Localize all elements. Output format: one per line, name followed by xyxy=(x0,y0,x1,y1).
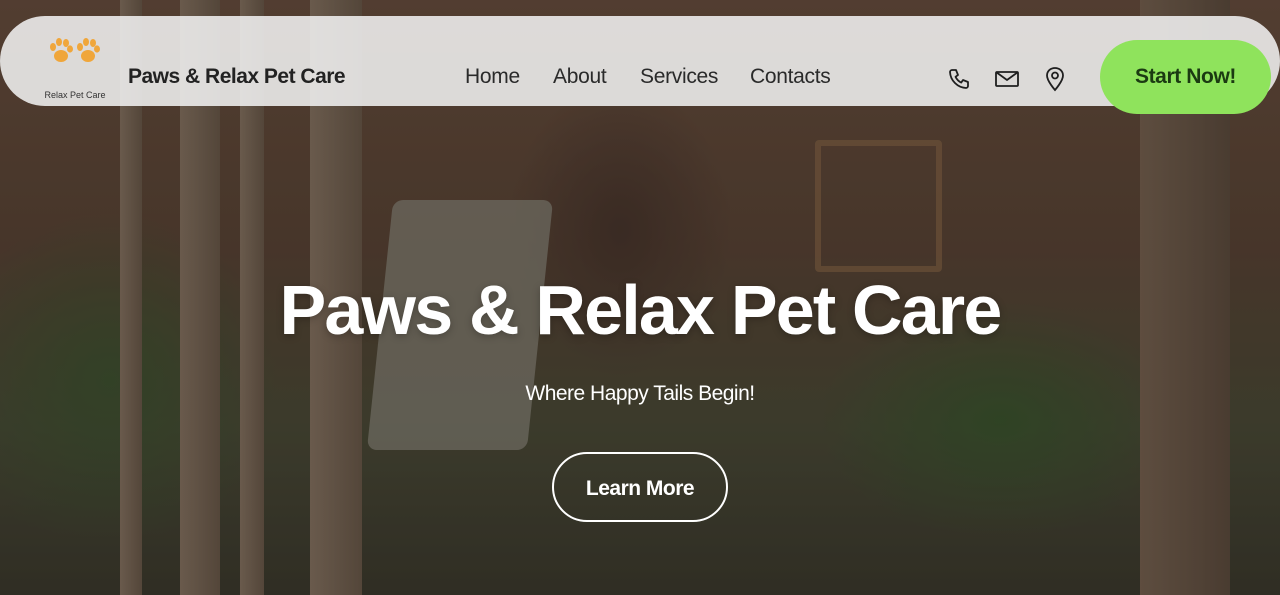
phone-icon[interactable] xyxy=(946,66,972,92)
logo-caption: Relax Pet Care xyxy=(44,90,106,100)
paw-logo-icon xyxy=(50,38,100,62)
site-logo[interactable]: Relax Pet Care xyxy=(40,36,110,102)
hero-subtitle: Where Happy Tails Begin! xyxy=(525,382,755,405)
nav-link-home[interactable]: Home xyxy=(465,64,520,90)
nav-link-about[interactable]: About xyxy=(553,64,607,90)
location-pin-icon[interactable] xyxy=(1042,66,1068,92)
hero-title: Paws & Relax Pet Care xyxy=(279,271,1003,349)
learn-more-button[interactable]: Learn More xyxy=(552,452,728,522)
top-navigation-bar: Relax Pet Care Paws & Relax Pet Care Hom… xyxy=(0,16,1280,114)
mail-icon[interactable] xyxy=(994,66,1020,92)
start-now-button[interactable]: Start Now! xyxy=(1100,40,1271,114)
nav-link-services[interactable]: Services xyxy=(640,64,718,90)
brand-name[interactable]: Paws & Relax Pet Care xyxy=(128,64,346,90)
nav-link-contacts[interactable]: Contacts xyxy=(750,64,831,90)
